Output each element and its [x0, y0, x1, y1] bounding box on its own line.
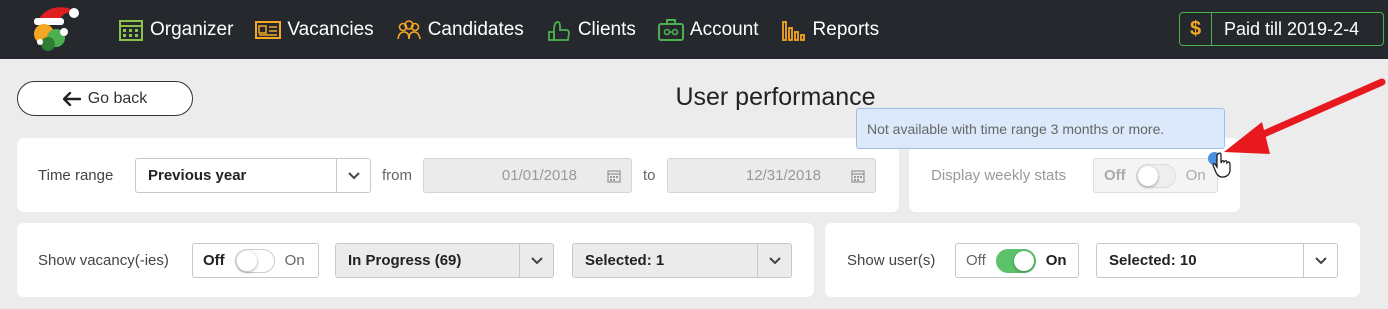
time-range-card: Time range Previous year from 01/01/2018… — [17, 138, 899, 212]
toggle-on-label: On — [1045, 252, 1067, 269]
toggle-off-label: Off — [1104, 167, 1126, 184]
chevron-down-icon — [336, 159, 370, 192]
nav-candidates-label: Candidates — [427, 18, 524, 40]
people-icon — [396, 19, 421, 39]
user-filter-card: Show user(s) Off On Selected: 10 — [825, 223, 1360, 297]
paid-till-label: Paid till 2019-2-4 — [1224, 18, 1360, 39]
id-card-icon — [255, 20, 282, 39]
time-range-label: Time range — [38, 167, 114, 184]
nav-account-label: Account — [689, 18, 759, 40]
user-selected-count: Selected: 10 — [1109, 252, 1197, 269]
chevron-down-icon — [757, 244, 791, 277]
weekly-stats-label: Display weekly stats — [931, 167, 1067, 184]
from-date-input[interactable]: 01/01/2018 — [423, 158, 632, 193]
nav-vacancies[interactable]: Vacancies — [255, 18, 374, 42]
toggle-knob — [1013, 250, 1034, 271]
nav-vacancies-label: Vacancies — [287, 18, 374, 40]
toggle-track — [995, 248, 1036, 273]
tooltip-text: Not available with time range 3 months o… — [867, 120, 1165, 137]
show-vacancies-label: Show vacancy(-ies) — [38, 252, 169, 269]
show-vacancies-toggle[interactable]: Off On — [192, 243, 319, 278]
hand-cursor-icon — [1212, 152, 1231, 178]
time-range-select[interactable]: Previous year — [135, 158, 371, 193]
show-users-toggle[interactable]: Off On — [955, 243, 1079, 278]
to-label: to — [643, 167, 656, 184]
user-multiselect[interactable]: Selected: 10 — [1096, 243, 1338, 278]
vacancy-selected-count: Selected: 1 — [585, 252, 665, 269]
show-users-label: Show user(s) — [847, 252, 936, 269]
vacancy-status-select[interactable]: In Progress (69) — [335, 243, 554, 278]
from-date-value: 01/01/2018 — [501, 167, 577, 184]
calendar-icon — [119, 19, 143, 41]
calendar-icon — [607, 169, 621, 183]
to-date-input[interactable]: 12/31/2018 — [667, 158, 876, 193]
bar-chart-icon — [781, 20, 805, 41]
toggle-knob — [1137, 165, 1158, 186]
to-date-value: 12/31/2018 — [745, 167, 821, 184]
nav-clients[interactable]: Clients — [546, 18, 636, 42]
toggle-off-label: Off — [966, 252, 986, 269]
vacancy-multiselect[interactable]: Selected: 1 — [572, 243, 792, 278]
paid-till-badge[interactable]: $ Paid till 2019-2-4 — [1179, 12, 1384, 46]
nav-organizer[interactable]: Organizer — [118, 18, 233, 42]
main-nav: Organizer Vacancies Candidates Clients A… — [118, 0, 901, 59]
toggle-off-label: Off — [203, 252, 225, 269]
toggle-knob — [236, 250, 257, 271]
logo-icon[interactable] — [28, 2, 82, 52]
vacancy-status-value: In Progress (69) — [348, 252, 462, 269]
nav-clients-label: Clients — [577, 18, 636, 40]
nav-reports-label: Reports — [812, 18, 880, 40]
weekly-stats-card: Display weekly stats Off On — [909, 138, 1240, 212]
nav-reports[interactable]: Reports — [781, 18, 880, 42]
weekly-stats-tooltip: Not available with time range 3 months o… — [856, 108, 1225, 149]
from-label: from — [382, 167, 412, 184]
nav-candidates[interactable]: Candidates — [396, 18, 524, 42]
vacancy-filter-card: Show vacancy(-ies) Off On In Progress (6… — [17, 223, 814, 297]
handshake-icon — [547, 20, 570, 41]
toggle-on-label: On — [284, 252, 305, 269]
top-navigation-bar: Organizer Vacancies Candidates Clients A… — [0, 0, 1388, 59]
toggle-track — [234, 248, 275, 273]
time-range-value: Previous year — [148, 167, 247, 184]
toggle-track — [1135, 163, 1176, 188]
nav-account[interactable]: Account — [657, 18, 759, 42]
dollar-icon: $ — [1180, 13, 1212, 45]
chevron-down-icon — [519, 244, 553, 277]
calendar-icon — [851, 169, 865, 183]
nav-organizer-label: Organizer — [150, 18, 234, 40]
briefcase-icon — [657, 18, 684, 41]
chevron-down-icon — [1303, 244, 1337, 277]
